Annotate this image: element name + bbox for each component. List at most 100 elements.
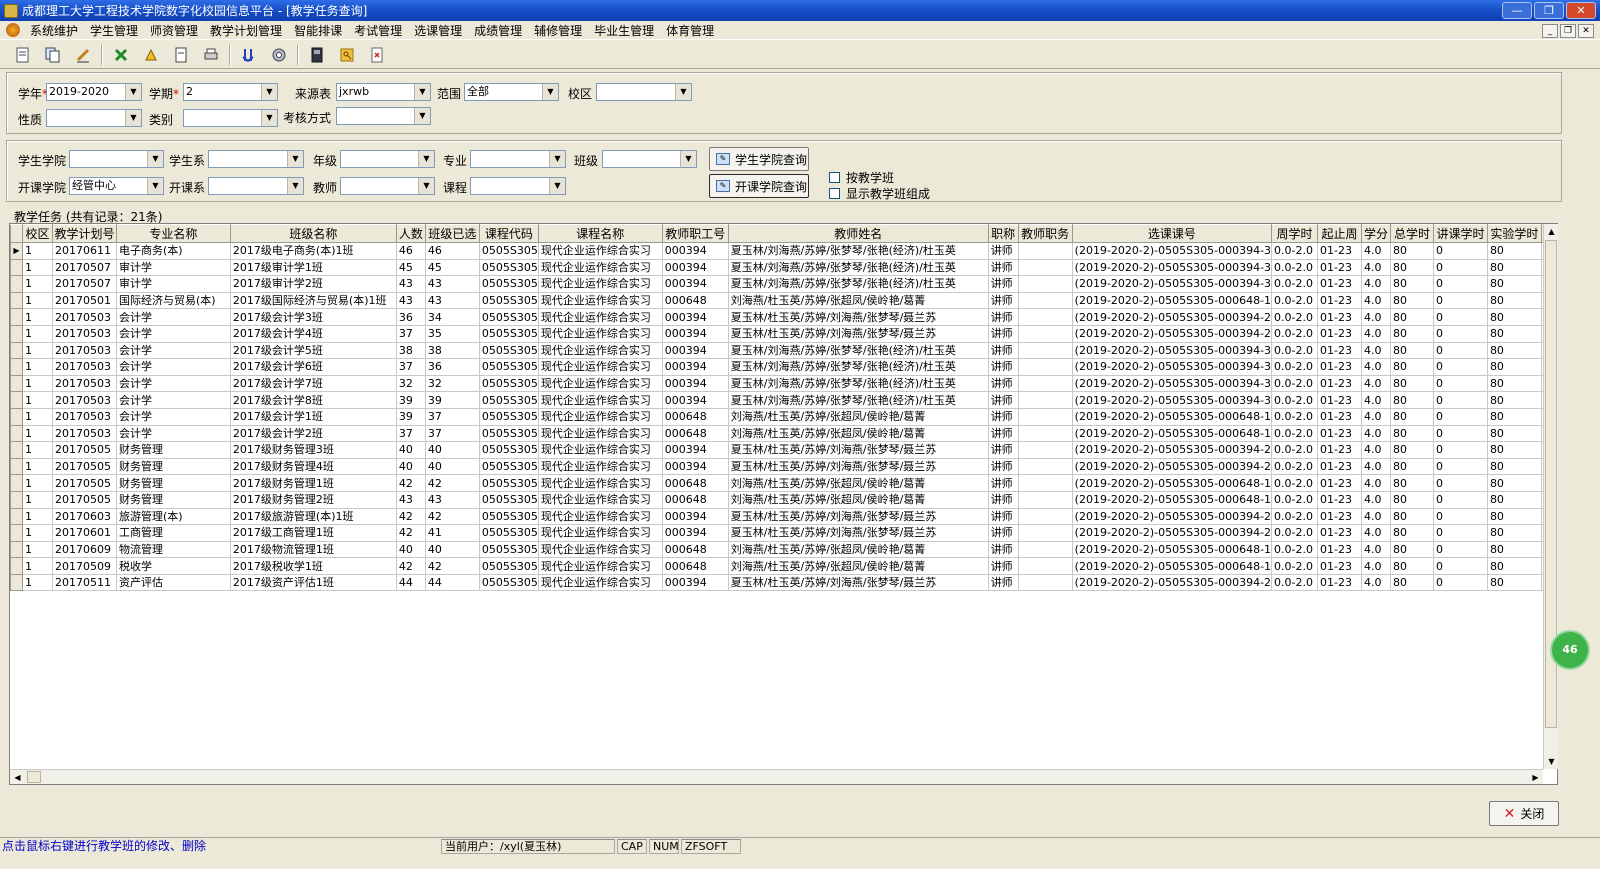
table-cell[interactable]: 现代企业运作综合实习 — [537, 291, 663, 310]
exit-icon[interactable] — [362, 43, 392, 67]
table-cell[interactable]: 1 — [21, 324, 53, 343]
table-cell[interactable]: 01-23 — [1317, 407, 1362, 426]
table-cell[interactable]: (2019-2020-2)-0505S305-000394-3 — [1071, 275, 1273, 293]
table-cell[interactable]: 0.0-2.0 — [1271, 324, 1319, 343]
table-cell[interactable]: (2019-2020-2)-0505S305-000394-3 — [1071, 374, 1273, 393]
table-cell[interactable]: 80 — [1389, 258, 1434, 277]
table-cell[interactable]: 20170501 — [51, 291, 117, 310]
row-indicator[interactable] — [10, 258, 23, 277]
table-cell[interactable]: 讲师 — [987, 474, 1019, 492]
table-cell[interactable]: 现代企业运作综合实习 — [537, 424, 663, 443]
table-cell[interactable]: 4.0 — [1361, 308, 1391, 326]
table-cell[interactable]: 4.0 — [1361, 391, 1391, 409]
table-cell[interactable]: 42 — [395, 474, 426, 492]
table-cell[interactable]: 财务管理 — [115, 474, 231, 492]
scroll-thumb[interactable] — [27, 771, 41, 783]
horizontal-scrollbar[interactable]: ◀ ▶ — [10, 769, 1543, 784]
table-cell[interactable]: 4.0 — [1361, 457, 1391, 476]
table-cell[interactable]: 现代企业运作综合实习 — [537, 275, 663, 293]
table-cell[interactable]: 0 — [1432, 441, 1488, 459]
table-cell[interactable]: 夏玉林/杜玉英/苏婷/刘海燕/张梦琴/聂兰苏 — [727, 441, 989, 459]
row-indicator[interactable] — [10, 457, 23, 476]
table-cell[interactable]: 工商管理 — [115, 524, 231, 542]
table-cell[interactable]: 2017级会计学7班 — [229, 374, 397, 393]
table-cell[interactable]: 财务管理 — [115, 490, 231, 509]
table-cell[interactable]: 80 — [1486, 275, 1542, 293]
table-cell[interactable]: 80 — [1486, 557, 1542, 575]
table-cell[interactable]: 现代企业运作综合实习 — [537, 441, 663, 459]
table-cell[interactable]: 现代企业运作综合实习 — [537, 391, 663, 409]
table-cell[interactable]: 夏玉林/刘海燕/苏婷/张梦琴/张艳(经济)/杜玉英 — [727, 275, 989, 293]
chevron-down-icon[interactable]: ▼ — [542, 84, 558, 100]
table-cell[interactable]: 0 — [1432, 358, 1488, 376]
table-cell[interactable]: 2017级会计学6班 — [229, 358, 397, 376]
mdi-minimize-icon[interactable]: _ — [1542, 24, 1558, 38]
table-cell[interactable]: 43 — [424, 490, 480, 509]
table-cell[interactable]: 1 — [21, 441, 53, 459]
close-button[interactable]: ✕ 关闭 — [1489, 801, 1559, 826]
table-cell[interactable]: 01-23 — [1317, 490, 1362, 509]
key-icon[interactable] — [332, 43, 362, 67]
table-cell[interactable]: 0 — [1432, 507, 1488, 526]
table-cell[interactable]: 2017级会计学4班 — [229, 324, 397, 343]
row-indicator[interactable] — [10, 474, 23, 492]
table-cell[interactable]: 0.0-2.0 — [1271, 557, 1319, 575]
table-cell[interactable]: 80 — [1486, 441, 1542, 459]
table-cell[interactable]: 电子商务(本) — [115, 242, 231, 260]
table-cell[interactable]: 20170503 — [51, 374, 117, 393]
table-cell[interactable]: 43 — [424, 275, 480, 293]
table-cell[interactable]: 讲师 — [987, 557, 1019, 575]
table-cell[interactable]: 42 — [395, 507, 426, 526]
table-cell[interactable]: 税收学 — [115, 557, 231, 575]
table-cell[interactable]: 80 — [1389, 341, 1434, 360]
table-cell[interactable]: 讲师 — [987, 341, 1019, 360]
table-cell[interactable]: (2019-2020-2)-0505S305-000394-2 — [1071, 457, 1273, 476]
table-cell[interactable]: 80 — [1389, 407, 1434, 426]
table-cell[interactable]: 01-23 — [1317, 424, 1362, 443]
column-header[interactable]: 班级已选 — [424, 224, 480, 243]
table-cell[interactable] — [1017, 490, 1073, 509]
table-cell[interactable]: 80 — [1486, 524, 1542, 542]
table-cell[interactable]: 40 — [424, 540, 480, 559]
table-cell[interactable]: 20170603 — [51, 507, 117, 526]
table-cell[interactable] — [1017, 324, 1073, 343]
table-cell[interactable]: 20170507 — [51, 275, 117, 293]
table-cell[interactable]: 0 — [1432, 258, 1488, 277]
table-cell[interactable]: 2017级会计学2班 — [229, 424, 397, 443]
table-cell[interactable]: 1 — [21, 242, 53, 260]
student-dept-select[interactable]: ▼ — [208, 150, 304, 168]
row-indicator[interactable] — [10, 374, 23, 393]
table-cell[interactable]: 0505S305 — [478, 424, 539, 443]
table-cell[interactable]: 000394 — [661, 441, 729, 459]
table-cell[interactable]: (2019-2020-2)-0505S305-000394-2 — [1071, 507, 1273, 526]
table-cell[interactable]: 4.0 — [1361, 242, 1391, 260]
table-cell[interactable]: 0.0-2.0 — [1271, 308, 1319, 326]
table-cell[interactable]: 讲师 — [987, 358, 1019, 376]
chevron-down-icon[interactable]: ▼ — [680, 151, 696, 167]
table-cell[interactable]: 2017级会计学8班 — [229, 391, 397, 409]
table-cell[interactable]: 20170507 — [51, 258, 117, 277]
table-cell[interactable]: 资产评估 — [115, 573, 231, 592]
table-cell[interactable]: (2019-2020-2)-0505S305-000394-3 — [1071, 358, 1273, 376]
table-cell[interactable]: 20170505 — [51, 457, 117, 476]
table-cell[interactable]: 2017级工商管理1班 — [229, 524, 397, 542]
page-icon[interactable] — [166, 43, 196, 67]
table-cell[interactable]: 000394 — [661, 507, 729, 526]
menu-teaching-plan[interactable]: 教学计划管理 — [204, 22, 288, 39]
table-cell[interactable]: 夏玉林/刘海燕/苏婷/张梦琴/张艳(经济)/杜玉英 — [727, 242, 989, 260]
table-cell[interactable]: 讲师 — [987, 441, 1019, 459]
table-cell[interactable]: 2017级物流管理1班 — [229, 540, 397, 559]
table-cell[interactable]: 000394 — [661, 573, 729, 592]
table-cell[interactable]: 2017级资产评估1班 — [229, 573, 397, 592]
table-cell[interactable]: 80 — [1486, 573, 1542, 592]
table-cell[interactable]: 0.0-2.0 — [1271, 573, 1319, 592]
table-cell[interactable]: 43 — [395, 291, 426, 310]
table-cell[interactable]: 0505S305 — [478, 441, 539, 459]
delete-x-icon[interactable] — [106, 43, 136, 67]
table-row[interactable]: 1 20170507 审计学 2017级审计学1班 45 45 0505S305 现代企业运作… — [10, 258, 1557, 277]
table-cell[interactable]: 000648 — [661, 291, 729, 310]
table-cell[interactable]: 夏玉林/刘海燕/苏婷/张梦琴/张艳(经济)/杜玉英 — [727, 374, 989, 393]
row-indicator[interactable] — [10, 507, 23, 526]
table-cell[interactable]: 80 — [1389, 358, 1434, 376]
table-cell[interactable]: 37 — [395, 358, 426, 376]
